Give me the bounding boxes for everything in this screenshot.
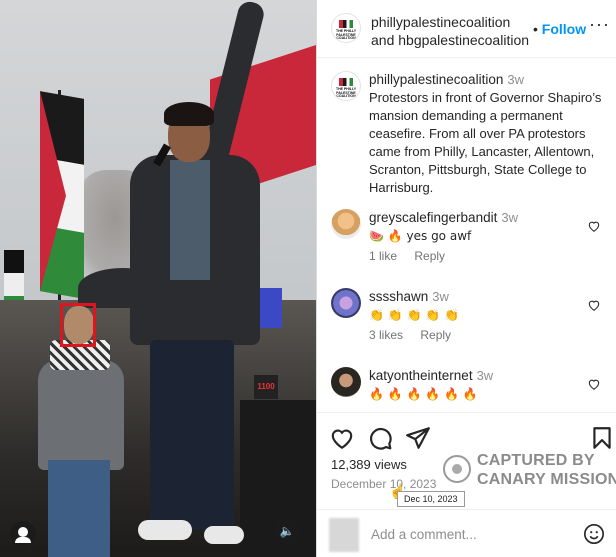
comment-age: 3w <box>476 368 494 383</box>
more-options-button[interactable]: ··· <box>589 14 610 35</box>
speaker-icon: 🔈 <box>279 524 295 538</box>
caption-username[interactable]: phillypalestinecoalition <box>369 72 503 87</box>
canary-mission-watermark: CAPTURED BY CANARY MISSION <box>443 451 616 491</box>
watermark-logo-icon <box>443 455 471 483</box>
comments-feed[interactable]: THE PHILLY PALESTINE COALITION phillypal… <box>317 59 616 411</box>
heart-icon[interactable] <box>587 298 601 312</box>
current-user-avatar <box>329 518 359 552</box>
post-video[interactable]: 1100 🔈 <box>0 0 316 557</box>
view-count[interactable]: 12,389 views <box>331 457 407 472</box>
caption-text: Protestors in front of Governor Shapiro’… <box>369 90 602 195</box>
date-tooltip: Dec 10, 2023 <box>397 491 465 507</box>
author-username[interactable]: phillypalestinecoalition <box>371 13 529 31</box>
commenter-avatar[interactable] <box>331 288 361 318</box>
post-header: THE PHILLY PALESTINE COALITION phillypal… <box>317 0 616 58</box>
tagged-people-button[interactable] <box>10 521 36 547</box>
author-names: phillypalestinecoalition and hbgpalestin… <box>371 13 529 49</box>
comment-username[interactable]: greyscalefingerbandit <box>369 210 497 225</box>
speaker-person <box>120 0 270 550</box>
reply-button[interactable]: Reply <box>414 249 445 263</box>
highlight-box <box>60 303 96 347</box>
comment-username[interactable]: katyontheinternet <box>369 368 473 383</box>
comment-text: 🔥 🔥 🔥 🔥 🔥 🔥 <box>369 387 478 401</box>
heart-icon[interactable] <box>587 377 601 391</box>
bookmark-icon[interactable] <box>589 425 615 451</box>
comment-username[interactable]: sssshawn <box>369 289 428 304</box>
add-comment-bar <box>317 509 616 557</box>
comment-likes[interactable]: 1 like <box>369 249 397 263</box>
caption-age: 3w <box>507 72 524 87</box>
heart-icon[interactable] <box>587 219 601 233</box>
share-icon[interactable] <box>405 425 431 451</box>
post-date[interactable]: December 10, 2023 <box>331 477 436 491</box>
reply-button[interactable]: Reply <box>420 328 451 342</box>
comment-item: greyscalefingerbandit 3w 🍉 🔥 yes go awf 1… <box>331 209 616 279</box>
palestinian-flag <box>40 91 84 299</box>
comment-input[interactable] <box>371 524 571 544</box>
person-icon <box>15 527 31 543</box>
watermark-line1: CAPTURED BY <box>477 452 595 469</box>
caption-author-avatar[interactable]: THE PHILLY PALESTINE COALITION <box>331 71 361 101</box>
sound-toggle-button[interactable]: 🔈 <box>274 518 300 544</box>
post-actions: 12,389 views December 10, 2023 ☝ Dec 10,… <box>317 412 616 557</box>
comment-item: katyontheinternet 3w 🔥 🔥 🔥 🔥 🔥 🔥 <box>331 367 616 411</box>
comment-text: 🍉 🔥 yes go awf <box>369 229 472 243</box>
coauthor-username[interactable]: and hbgpalestinecoalition <box>371 31 529 49</box>
comment-age: 3w <box>432 289 449 304</box>
commenter-avatar[interactable] <box>331 367 361 397</box>
watermark-line2: CANARY MISSION <box>477 471 616 488</box>
comment-text: 👏 👏 👏 👏 👏 <box>369 308 459 322</box>
comment-likes[interactable]: 3 likes <box>369 328 403 342</box>
like-heart-icon[interactable] <box>329 425 355 451</box>
comment-icon[interactable] <box>367 425 393 451</box>
commenter-avatar[interactable] <box>331 209 361 239</box>
follow-button[interactable]: Follow <box>533 21 586 37</box>
comment-age: 3w <box>501 210 518 225</box>
comment-item: sssshawn 3w 👏 👏 👏 👏 👏 3 likes Reply <box>331 288 616 358</box>
post-sidebar: THE PHILLY PALESTINE COALITION phillypal… <box>316 0 616 557</box>
author-avatar[interactable]: THE PHILLY PALESTINE COALITION <box>331 13 361 43</box>
emoji-icon[interactable] <box>583 523 605 545</box>
